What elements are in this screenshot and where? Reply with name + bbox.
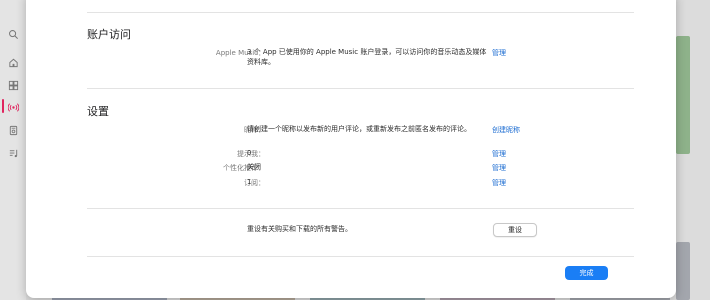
background-album-card bbox=[676, 36, 690, 154]
home-icon[interactable] bbox=[7, 56, 19, 68]
subscriptions-value: 1 bbox=[247, 178, 252, 186]
reset-warnings-text: 重设有关购买和下载的所有警告。 bbox=[247, 225, 352, 233]
grid-icon[interactable] bbox=[7, 79, 19, 91]
apple-music-manage-link[interactable]: 管理 bbox=[492, 48, 506, 58]
account-settings-sheet: 账户访问 Apple Music： 3 个 App 已使用你的 Apple Mu… bbox=[26, 0, 676, 298]
divider bbox=[87, 88, 634, 89]
section-title-settings: 设置 bbox=[87, 105, 109, 118]
background-album-card bbox=[676, 242, 690, 300]
nickname-value: 请创建一个昵称以发布新的用户评论，或重新发布之前匿名发布的评论。 bbox=[247, 125, 471, 133]
search-icon[interactable] bbox=[7, 28, 19, 40]
subscriptions-manage-link[interactable]: 管理 bbox=[492, 178, 506, 188]
section-title-account-access: 账户访问 bbox=[87, 28, 131, 41]
divider bbox=[87, 12, 634, 13]
divider bbox=[87, 256, 634, 257]
apple-music-value: 3 个 App 已使用你的 Apple Music 账户登录，可以访问你的音乐动… bbox=[247, 48, 487, 66]
app-sidebar bbox=[0, 0, 26, 300]
create-nickname-link[interactable]: 创建昵称 bbox=[492, 125, 520, 135]
notify-me-value: 0 bbox=[247, 149, 252, 157]
reset-warnings-button[interactable]: 重设 bbox=[493, 223, 537, 237]
radio-icon[interactable] bbox=[7, 101, 19, 113]
library-icon[interactable] bbox=[7, 124, 19, 136]
notify-me-manage-link[interactable]: 管理 bbox=[492, 149, 506, 159]
music-note-icon[interactable] bbox=[7, 147, 19, 159]
personalized-recommendations-manage-link[interactable]: 管理 bbox=[492, 163, 506, 173]
divider bbox=[87, 208, 634, 209]
personalized-recommendations-value: 关闭 bbox=[247, 163, 261, 171]
done-button[interactable]: 完成 bbox=[565, 266, 608, 280]
active-indicator bbox=[2, 99, 4, 113]
